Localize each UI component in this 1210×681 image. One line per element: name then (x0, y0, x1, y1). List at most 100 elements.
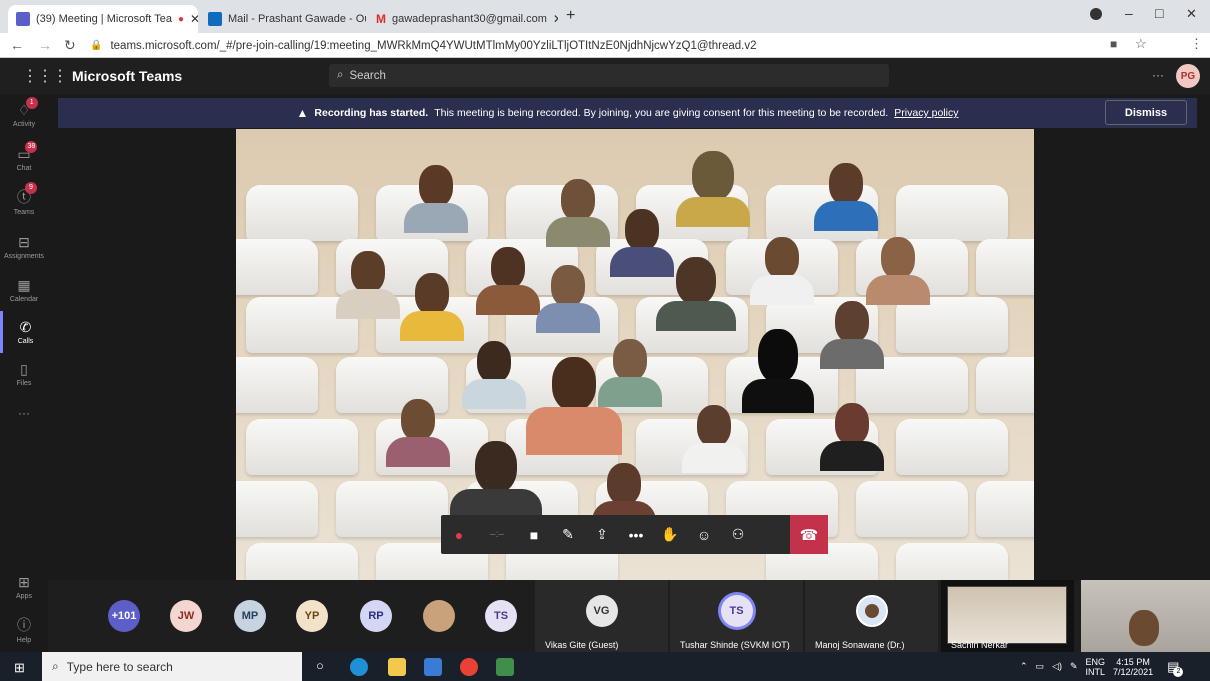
participant-name: Manoj Sonawane (Dr.) (815, 640, 905, 650)
brand-title: Microsoft Teams (72, 68, 183, 84)
rail-item-teams[interactable]: ⓣ 9 Teams (0, 180, 48, 222)
cortana-icon[interactable]: ○ (316, 658, 324, 673)
avatar[interactable]: PG (1176, 64, 1200, 88)
more-options-icon[interactable]: ··· (1152, 68, 1164, 82)
participant-tile[interactable]: VG Vikas Gite (Guest) (534, 580, 668, 652)
forward-icon[interactable]: → (38, 37, 52, 53)
seat (246, 543, 358, 580)
back-icon[interactable]: ← (10, 37, 24, 53)
reload-icon[interactable]: ↻ (64, 37, 76, 54)
windows-start-icon[interactable]: ⊞ (14, 660, 25, 676)
app-rail: ♢ 1 Activity ▭ 38 Chat ⓣ 9 Teams ⊟ Assignme… (0, 94, 48, 652)
participant-tile-screen[interactable]: Sachin Nerkar (940, 580, 1074, 652)
apps-icon: ⊞ (18, 574, 30, 590)
teams-badge: 9 (25, 181, 37, 194)
more-actions-button[interactable]: ••• (619, 515, 653, 554)
tab-teams-meeting[interactable]: (39) Meeting | Microsoft Tea ● ✕ (8, 5, 198, 33)
raise-hand-button[interactable]: ✋ (653, 515, 687, 554)
close-tab-icon[interactable]: ✕ (553, 12, 558, 26)
seat (236, 239, 318, 295)
taskbar-search-input[interactable]: ⌕ Type here to search (42, 652, 302, 681)
rail-label: Calendar (9, 296, 39, 303)
participant-video (820, 301, 884, 369)
participant-avatar[interactable]: MP (234, 600, 266, 632)
clock[interactable]: 4:15 PM 7/12/2021 (1113, 657, 1153, 677)
participant-video (386, 399, 450, 467)
participant-video (400, 273, 464, 341)
participants-button[interactable]: ⚇ (721, 515, 755, 554)
activity-badge: 1 (25, 97, 38, 109)
language-indicator[interactable]: ENG INTL (1086, 657, 1106, 677)
file-explorer-icon[interactable] (388, 658, 406, 676)
pen-icon[interactable]: ✎ (1070, 661, 1078, 672)
hang-up-button[interactable]: ☎ (790, 515, 828, 554)
shared-screen-thumbnail (947, 586, 1067, 644)
participant-photo-avatar[interactable] (423, 600, 455, 632)
participant-tile[interactable]: TS Tushar Shinde (SVKM IOT) (669, 580, 803, 652)
volume-icon[interactable]: ◁) (1052, 661, 1062, 672)
maximize-button[interactable]: □ (1155, 5, 1163, 21)
tab-gmail[interactable]: M gawadeprashant30@gmail.com ✕ (368, 5, 558, 33)
menu-icon[interactable]: ⋮ (1190, 36, 1203, 52)
chrome-icon[interactable] (460, 658, 478, 676)
new-tab-button[interactable]: + (566, 7, 575, 25)
participant-name: Vikas Gite (Guest) (545, 640, 619, 650)
seat (236, 481, 318, 537)
participant-video (866, 237, 930, 305)
close-window-button[interactable]: ✕ (1186, 6, 1197, 22)
dismiss-button[interactable]: Dismiss (1105, 100, 1187, 125)
search-icon: ⌕ (337, 69, 344, 81)
store-icon[interactable] (424, 658, 442, 676)
share-button[interactable]: ⇪ (585, 515, 619, 554)
notification-icon[interactable]: ▤ 2 (1167, 659, 1184, 677)
recording-dot-icon: ● (177, 13, 184, 25)
rail-item-chat[interactable]: ▭ 38 Chat (0, 138, 48, 180)
seat (246, 419, 358, 475)
participant-tile[interactable]: Manoj Sonawane (Dr.) (804, 580, 938, 652)
network-icon[interactable]: ▭ (1036, 661, 1045, 672)
url-field[interactable]: 🔒 teams.microsoft.com/_#/pre-join-callin… (90, 36, 1100, 55)
participant-video (742, 329, 814, 413)
rail-item-help[interactable]: ⓘ Help (0, 608, 48, 650)
rail-item-calendar[interactable]: ▦ Calendar (0, 269, 48, 311)
participant-avatar[interactable]: JW (170, 600, 202, 632)
rail-item-assignments[interactable]: ⊟ Assignments (0, 226, 48, 268)
more-participants-button[interactable]: +101 (108, 600, 140, 632)
rail-item-files[interactable]: ▯ Files (0, 353, 48, 395)
participant-avatar[interactable]: TS (485, 600, 517, 632)
close-tab-icon[interactable]: ✕ (190, 12, 198, 26)
rail-item-more[interactable]: ··· (0, 392, 48, 434)
camera-button[interactable]: ■ (517, 515, 551, 554)
record-button[interactable]: ● (441, 515, 477, 554)
edge-icon[interactable] (350, 658, 368, 676)
search-input[interactable]: ⌕ Search (329, 64, 889, 87)
participant-avatar[interactable]: RP (360, 600, 392, 632)
privacy-policy-link[interactable]: Privacy policy (894, 107, 958, 119)
chat-button[interactable]: ☺ (687, 515, 721, 554)
profile-icon[interactable] (1090, 8, 1102, 20)
people-icon: ⚇ (731, 526, 745, 542)
seat (336, 481, 448, 537)
tab-outlook[interactable]: Mail - Prashant Gawade - Outloo ✕ (200, 5, 366, 33)
camera-icon[interactable]: ■ (1110, 37, 1117, 51)
mic-button[interactable]: ✎ (551, 515, 585, 554)
rail-label: Files (16, 380, 32, 387)
gmail-icon: M (376, 12, 386, 26)
chevron-up-icon[interactable]: ⌃ (1020, 661, 1028, 672)
rail-item-apps[interactable]: ⊞ Apps (0, 566, 48, 608)
seat (236, 357, 318, 413)
participant-avatar[interactable]: YP (296, 600, 328, 632)
seat (896, 419, 1008, 475)
rail-item-activity[interactable]: ♢ 1 Activity (0, 94, 48, 136)
participant-avatar: TS (720, 595, 753, 627)
app-launcher-icon[interactable]: ⋮⋮⋮ (22, 66, 68, 86)
chat-icon: ☺ (696, 526, 712, 543)
paint-icon[interactable] (496, 658, 514, 676)
minimize-button[interactable]: – (1125, 5, 1133, 21)
star-icon[interactable]: ☆ (1135, 36, 1147, 52)
recording-banner: ▲ Recording has started. This meeting is… (58, 98, 1197, 128)
rail-item-calls[interactable]: ✆ Calls (0, 311, 48, 353)
self-video-tile[interactable] (1080, 580, 1210, 652)
notification-count: 2 (1173, 666, 1184, 677)
seat (976, 239, 1034, 295)
